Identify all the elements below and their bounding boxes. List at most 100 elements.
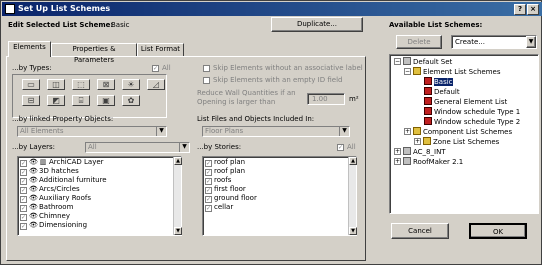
lamp-type-button[interactable]: ☀ — [122, 79, 140, 90]
column-type-button[interactable]: ◫ — [47, 79, 65, 90]
layers-list[interactable]: ✓ 👁 ▥ ArchiCAD Layer ✓ 👁3D hatches ✓ 👁Additio… — [17, 156, 182, 236]
help-icon[interactable]: ? — [514, 4, 526, 15]
tree-item-element-list-schemes[interactable]: − Element List Schemes — [404, 67, 500, 76]
schemes-tree[interactable]: − Default Set − Element List Schemes Basic… — [389, 54, 539, 214]
list-item[interactable]: ✓ first floor — [205, 185, 246, 194]
list-scheme-icon — [424, 107, 432, 115]
elements-panel: ...by Types: ✓ All ▭ ◫ ⬚ ⊠ ☀ ◿ ⊟ ◩ ⌸ ▣ ✿… — [6, 56, 366, 261]
scroll-up-icon[interactable]: ▲ — [349, 157, 357, 165]
list-item[interactable]: ✓ 👁 ▥ ArchiCAD Layer — [20, 158, 104, 167]
ok-button[interactable]: OK — [469, 223, 527, 239]
scroll-down-icon[interactable]: ▼ — [174, 227, 182, 235]
story-checkbox[interactable]: ✓ — [205, 196, 212, 203]
zone-type-button[interactable]: ✿ — [122, 95, 140, 106]
tree-item-component-list-schemes[interactable]: + Component List Schemes — [404, 127, 512, 136]
eye-icon[interactable]: 👁 — [29, 212, 38, 221]
tree-item-general-element-list[interactable]: General Element List — [424, 97, 507, 106]
eye-icon[interactable]: 👁 — [29, 158, 38, 167]
collapse-icon[interactable]: − — [394, 58, 401, 65]
stories-all-checkbox[interactable]: ✓ — [337, 144, 344, 151]
tree-item-ac8-int[interactable]: + AC_8_INT — [394, 147, 446, 156]
list-item[interactable]: ✓ ground floor — [205, 194, 257, 203]
list-item[interactable]: ✓ cellar — [205, 203, 233, 212]
window-type-button[interactable]: ⊠ — [97, 79, 115, 90]
stories-list[interactable]: ✓ roof plan ✓ roof plan ✓ roofs ✓ first floo… — [202, 156, 357, 236]
layer-checkbox[interactable]: ✓ — [20, 187, 27, 194]
list-item[interactable]: ✓ 👁Auxiliary Roofs — [20, 194, 91, 203]
layer-checkbox[interactable]: ✓ — [20, 205, 27, 212]
roof-type-button[interactable]: ◿ — [147, 79, 165, 90]
layers-scrollbar[interactable]: ▲ ▼ — [173, 157, 182, 235]
story-checkbox[interactable]: ✓ — [205, 178, 212, 185]
list-scheme-icon — [424, 77, 432, 85]
tree-item-basic[interactable]: Basic — [424, 77, 453, 86]
scroll-down-icon[interactable]: ▼ — [349, 227, 357, 235]
list-files-select[interactable]: Floor Plans ▼ — [202, 126, 350, 137]
wall-type-button[interactable]: ▭ — [22, 79, 40, 90]
cancel-button[interactable]: Cancel — [391, 223, 449, 239]
eye-icon[interactable]: 👁 — [29, 221, 38, 230]
story-checkbox[interactable]: ✓ — [205, 187, 212, 194]
expand-icon[interactable]: + — [414, 138, 421, 145]
close-icon[interactable]: × — [527, 4, 539, 15]
types-all-checkbox[interactable]: ✓ — [152, 65, 159, 72]
object-type-button[interactable]: ▣ — [97, 95, 115, 106]
list-files-label: List Files and Objects Included In: — [197, 115, 315, 123]
eye-icon[interactable]: 👁 — [29, 203, 38, 212]
layer-checkbox[interactable]: ✓ — [20, 169, 27, 176]
story-name: roof plan — [214, 167, 246, 175]
layer-checkbox[interactable]: ✓ — [20, 196, 27, 203]
types-all-label: All — [162, 64, 171, 72]
story-checkbox[interactable]: ✓ — [205, 169, 212, 176]
eye-icon[interactable]: 👁 — [29, 185, 38, 194]
list-item[interactable]: ✓ 👁3D hatches — [20, 167, 79, 176]
tree-item-label: Window schedule Type 2 — [434, 118, 521, 126]
story-checkbox[interactable]: ✓ — [205, 160, 212, 167]
reduce-value-field[interactable]: 1.00 — [307, 93, 345, 105]
expand-icon[interactable]: + — [394, 158, 401, 165]
story-checkbox[interactable]: ✓ — [205, 205, 212, 212]
slab-type-button[interactable]: ◩ — [47, 95, 65, 106]
layer-checkbox[interactable]: ✓ — [20, 214, 27, 221]
layer-checkbox[interactable]: ✓ — [20, 160, 27, 167]
door-type-button[interactable]: ⊟ — [22, 95, 40, 106]
list-item[interactable]: ✓ 👁Bathroom — [20, 203, 73, 212]
eye-icon[interactable]: 👁 — [29, 176, 38, 185]
layer-name: Dimensioning — [39, 221, 88, 229]
layer-checkbox[interactable]: ✓ — [20, 223, 27, 230]
scroll-up-icon[interactable]: ▲ — [174, 157, 182, 165]
linked-objects-select[interactable]: All Elements ▼ — [17, 126, 167, 137]
tree-item-default-set[interactable]: − Default Set — [394, 57, 452, 66]
layer-checkbox[interactable]: ✓ — [20, 178, 27, 185]
tab-elements[interactable]: Elements — [8, 41, 51, 57]
eye-icon[interactable]: 👁 — [29, 167, 38, 176]
tree-item-zone-list-schemes[interactable]: + Zone List Schemes — [414, 137, 499, 146]
stories-scrollbar[interactable]: ▲ ▼ — [348, 157, 357, 235]
expand-icon[interactable]: + — [404, 128, 411, 135]
list-item[interactable]: ✓ roof plan — [205, 167, 245, 176]
skip-empty-id-checkbox[interactable] — [203, 77, 210, 84]
create-select[interactable]: Create... ▼ — [451, 35, 537, 49]
list-item[interactable]: ✓ roofs — [205, 176, 231, 185]
duplicate-button[interactable]: Duplicate... — [271, 17, 363, 32]
tab-list-format[interactable]: List Format — [137, 43, 184, 56]
expand-icon[interactable]: + — [394, 148, 401, 155]
beam-type-button[interactable]: ⬚ — [72, 79, 90, 90]
tree-item-window-schedule-2[interactable]: Window schedule Type 2 — [424, 117, 520, 126]
skip-assoc-checkbox[interactable] — [203, 65, 210, 72]
tree-item-roofmaker[interactable]: + RoofMaker 2.1 — [394, 157, 463, 166]
delete-button[interactable]: Delete — [396, 35, 442, 49]
tree-item-default[interactable]: Default — [424, 87, 460, 96]
eye-icon[interactable]: 👁 — [29, 194, 38, 203]
list-item[interactable]: ✓ roof plan — [205, 158, 245, 167]
list-item[interactable]: ✓ 👁Dimensioning — [20, 221, 87, 230]
by-layers-label: ...by Layers: — [12, 143, 56, 151]
collapse-icon[interactable]: − — [404, 68, 411, 75]
layers-select[interactable]: All ▼ — [85, 142, 190, 153]
stair-type-button[interactable]: ⌸ — [72, 95, 90, 106]
list-item[interactable]: ✓ 👁Arcs/Circles — [20, 185, 80, 194]
list-item[interactable]: ✓ 👁Chimney — [20, 212, 70, 221]
tree-item-window-schedule-1[interactable]: Window schedule Type 1 — [424, 107, 520, 116]
tab-properties-parameters[interactable]: Properties & Parameters — [51, 43, 137, 64]
list-item[interactable]: ✓ 👁Additional furniture — [20, 176, 107, 185]
